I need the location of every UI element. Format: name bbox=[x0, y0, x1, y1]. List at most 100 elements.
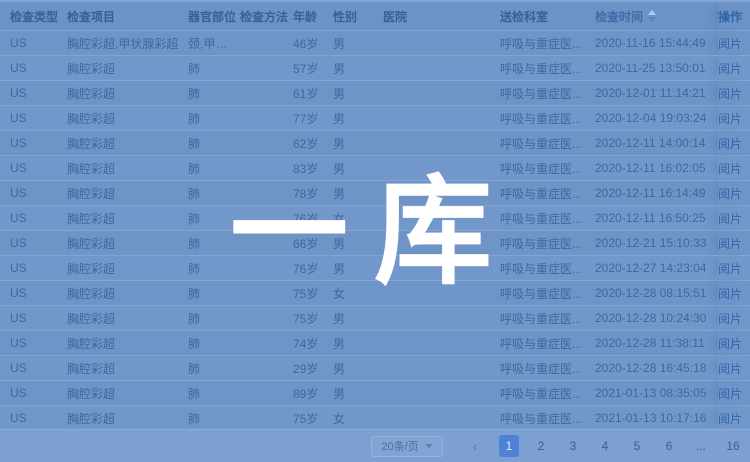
cell-gender: 男 bbox=[333, 360, 383, 377]
cell-exam-type: US bbox=[10, 261, 67, 275]
table-row: US 胸腔彩超 肺 66岁 男 呼吸与重症医... 2020-12-21 15:… bbox=[0, 231, 750, 256]
cell-exam-type: US bbox=[10, 386, 67, 400]
cell-department: 呼吸与重症医... bbox=[500, 235, 595, 252]
cell-department: 呼吸与重症医... bbox=[500, 385, 595, 402]
cell-exam-item: 胸腔彩超 bbox=[67, 410, 188, 427]
cell-exam-time: 2020-11-25 13:50:01 bbox=[595, 61, 718, 75]
cell-department: 呼吸与重症医... bbox=[500, 260, 595, 277]
cell-gender: 男 bbox=[333, 135, 383, 152]
read-film-link[interactable]: 阅片 bbox=[718, 206, 748, 230]
cell-organ: 肺 bbox=[188, 185, 240, 202]
read-film-link[interactable]: 阅片 bbox=[718, 181, 748, 205]
page-button[interactable]: 3 bbox=[563, 435, 583, 457]
read-film-link[interactable]: 阅片 bbox=[718, 381, 748, 405]
cell-exam-time: 2020-11-16 15:44:49 bbox=[595, 36, 718, 50]
cell-organ: 肺 bbox=[188, 210, 240, 227]
cell-exam-item: 胸腔彩超 bbox=[67, 260, 188, 277]
read-film-link[interactable]: 阅片 bbox=[718, 156, 748, 180]
cell-age: 83岁 bbox=[293, 160, 333, 177]
page-buttons: 1 2 3 4 5 6 ... 16 bbox=[493, 435, 749, 457]
cell-department: 呼吸与重症医... bbox=[500, 310, 595, 327]
table-row: US 胸腔彩超 肺 29岁 男 呼吸与重症医... 2020-12-28 16:… bbox=[0, 356, 750, 381]
page-button[interactable]: 16 bbox=[723, 435, 743, 457]
page-button[interactable]: 5 bbox=[627, 435, 647, 457]
cell-exam-time: 2020-12-28 08:15:51 bbox=[595, 286, 718, 300]
cell-exam-type: US bbox=[10, 236, 67, 250]
cell-age: 61岁 bbox=[293, 85, 333, 102]
prev-page-button[interactable]: ‹ bbox=[465, 435, 485, 457]
cell-age: 75岁 bbox=[293, 310, 333, 327]
cell-organ: 肺 bbox=[188, 385, 240, 402]
cell-exam-type: US bbox=[10, 211, 67, 225]
read-film-link[interactable]: 阅片 bbox=[718, 281, 748, 305]
cell-exam-item: 胸腔彩超 bbox=[67, 310, 188, 327]
table-row: US 胸腔彩超 肺 61岁 男 呼吸与重症医... 2020-12-01 11:… bbox=[0, 81, 750, 106]
read-film-link[interactable]: 阅片 bbox=[718, 81, 748, 105]
read-film-link[interactable]: 阅片 bbox=[718, 256, 748, 280]
read-film-link[interactable]: 阅片 bbox=[718, 331, 748, 355]
read-film-link[interactable]: 阅片 bbox=[718, 406, 748, 430]
table-body: US 胸腔彩超,甲状腺彩超 颈,甲状... 46岁 男 呼吸与重症医... 20… bbox=[0, 31, 750, 431]
cell-organ: 肺 bbox=[188, 285, 240, 302]
cell-exam-item: 胸腔彩超 bbox=[67, 235, 188, 252]
cell-department: 呼吸与重症医... bbox=[500, 335, 595, 352]
table-row: US 胸腔彩超 肺 77岁 男 呼吸与重症医... 2020-12-04 19:… bbox=[0, 106, 750, 131]
cell-exam-item: 胸腔彩超 bbox=[67, 385, 188, 402]
cell-age: 29岁 bbox=[293, 360, 333, 377]
cell-gender: 男 bbox=[333, 385, 383, 402]
sort-caret-icon[interactable] bbox=[648, 10, 656, 22]
read-film-link[interactable]: 阅片 bbox=[718, 31, 748, 55]
read-film-link[interactable]: 阅片 bbox=[718, 356, 748, 380]
cell-exam-time: 2020-12-11 16:02:05 bbox=[595, 161, 718, 175]
page-button[interactable]: 1 bbox=[499, 435, 519, 457]
page-button[interactable]: 6 bbox=[659, 435, 679, 457]
cell-exam-time: 2021-01-13 08:35:05 bbox=[595, 386, 718, 400]
cell-exam-time: 2020-12-11 16:14:49 bbox=[595, 186, 718, 200]
cell-exam-type: US bbox=[10, 111, 67, 125]
cell-age: 78岁 bbox=[293, 185, 333, 202]
page-button[interactable]: 2 bbox=[531, 435, 551, 457]
cell-exam-time: 2020-12-28 16:45:18 bbox=[595, 361, 718, 375]
read-film-link[interactable]: 阅片 bbox=[718, 131, 748, 155]
table-row: US 胸腔彩超 肺 57岁 男 呼吸与重症医... 2020-11-25 13:… bbox=[0, 56, 750, 81]
table-row: US 胸腔彩超 肺 76岁 女 呼吸与重症医... 2020-12-11 16:… bbox=[0, 206, 750, 231]
table-row: US 胸腔彩超 肺 83岁 男 呼吸与重症医... 2020-12-11 16:… bbox=[0, 156, 750, 181]
col-header-gender: 性别 bbox=[333, 8, 383, 25]
table-row: US 胸腔彩超 肺 75岁 女 呼吸与重症医... 2021-01-13 10:… bbox=[0, 406, 750, 431]
cell-department: 呼吸与重症医... bbox=[500, 60, 595, 77]
cell-gender: 男 bbox=[333, 310, 383, 327]
cell-department: 呼吸与重症医... bbox=[500, 110, 595, 127]
cell-exam-time: 2020-12-04 19:03:24 bbox=[595, 111, 718, 125]
cell-organ: 颈,甲状... bbox=[188, 35, 240, 52]
table-row: US 胸腔彩超 肺 62岁 男 呼吸与重症医... 2020-12-11 14:… bbox=[0, 131, 750, 156]
cell-age: 74岁 bbox=[293, 335, 333, 352]
cell-exam-item: 胸腔彩超 bbox=[67, 210, 188, 227]
cell-organ: 肺 bbox=[188, 160, 240, 177]
page-button[interactable]: 4 bbox=[595, 435, 615, 457]
page-button[interactable]: ... bbox=[691, 435, 711, 457]
cell-age: 57岁 bbox=[293, 60, 333, 77]
cell-gender: 男 bbox=[333, 335, 383, 352]
read-film-link[interactable]: 阅片 bbox=[718, 231, 748, 255]
read-film-link[interactable]: 阅片 bbox=[718, 56, 748, 80]
cell-department: 呼吸与重症医... bbox=[500, 160, 595, 177]
cell-age: 75岁 bbox=[293, 410, 333, 427]
cell-department: 呼吸与重症医... bbox=[500, 85, 595, 102]
cell-department: 呼吸与重症医... bbox=[500, 185, 595, 202]
table-row: US 胸腔彩超 肺 78岁 男 呼吸与重症医... 2020-12-11 16:… bbox=[0, 181, 750, 206]
cell-exam-type: US bbox=[10, 36, 67, 50]
pagination-bar: 20条/页 ‹ 1 2 3 4 5 6 ... 16 bbox=[0, 429, 750, 462]
cell-age: 46岁 bbox=[293, 35, 333, 52]
col-header-department: 送检科室 bbox=[500, 8, 595, 25]
cell-exam-item: 胸腔彩超 bbox=[67, 285, 188, 302]
read-film-link[interactable]: 阅片 bbox=[718, 106, 748, 130]
col-header-action: 操作 bbox=[718, 2, 748, 30]
cell-exam-type: US bbox=[10, 136, 67, 150]
cell-department: 呼吸与重症医... bbox=[500, 210, 595, 227]
cell-exam-type: US bbox=[10, 411, 67, 425]
page-size-select[interactable]: 20条/页 bbox=[371, 436, 443, 457]
cell-gender: 男 bbox=[333, 110, 383, 127]
read-film-link[interactable]: 阅片 bbox=[718, 306, 748, 330]
col-header-exam-time[interactable]: 检查时间 bbox=[595, 8, 718, 25]
cell-exam-time: 2020-12-27 14:23:04 bbox=[595, 261, 718, 275]
